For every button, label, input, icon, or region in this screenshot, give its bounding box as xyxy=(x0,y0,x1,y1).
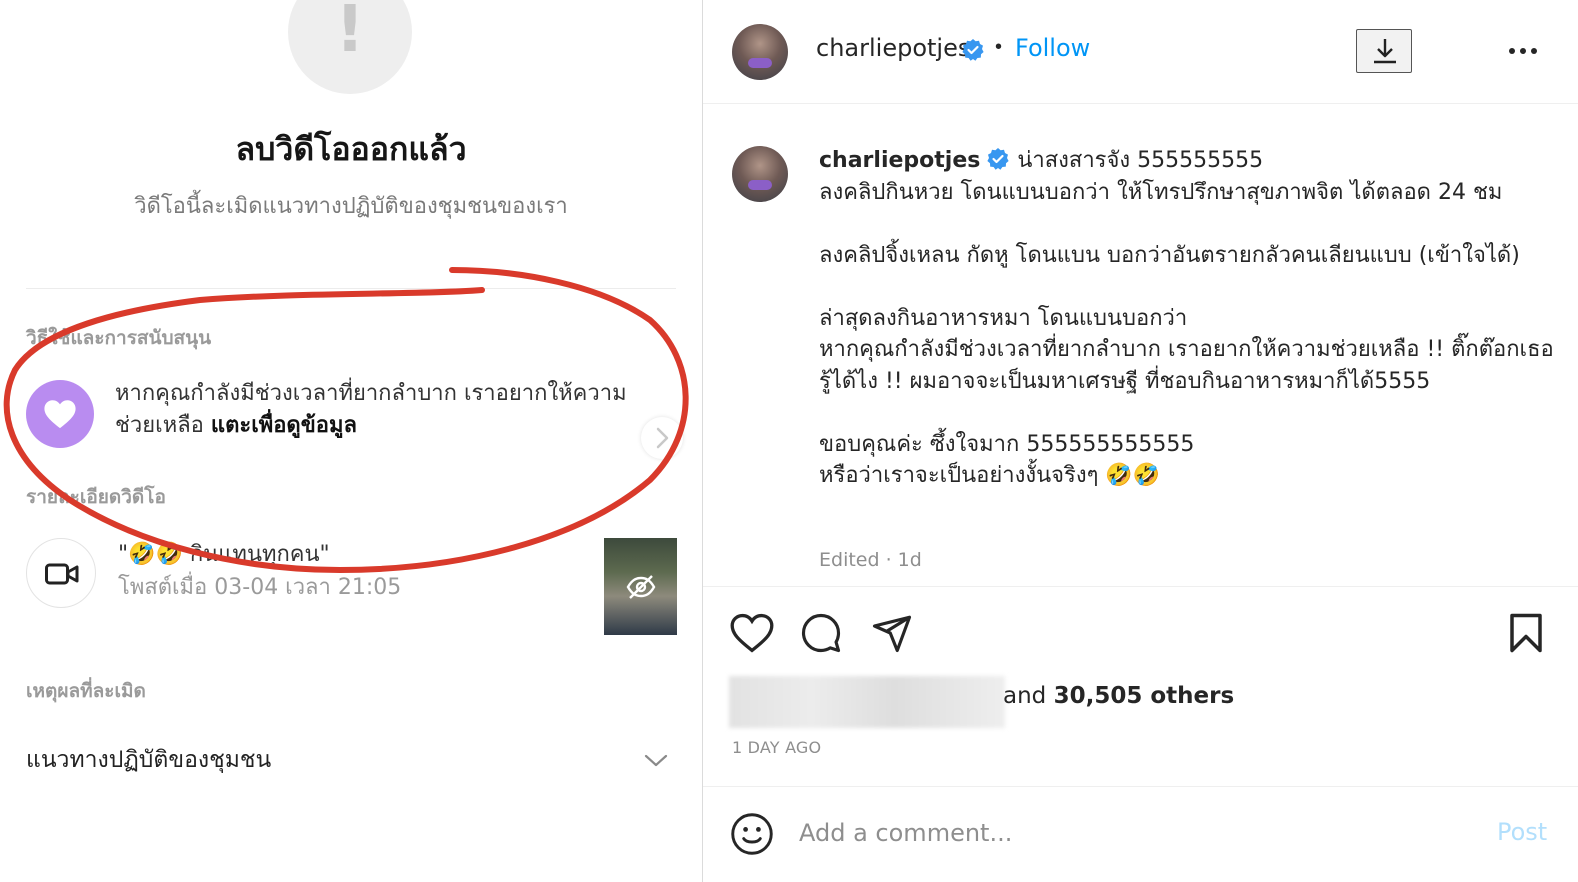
support-section-label: วิธีใช้และการสนับสนุน xyxy=(26,327,212,349)
actions-divider xyxy=(703,586,1578,587)
caption-username[interactable]: charliepotjes xyxy=(819,148,980,173)
header-username[interactable]: charliepotjes xyxy=(816,34,970,62)
more-options-icon[interactable] xyxy=(1508,38,1538,64)
instagram-post-panel: charliepotjes • Follow charliepotjes น่า… xyxy=(703,0,1578,882)
follow-button[interactable]: Follow xyxy=(1015,34,1090,62)
video-details-label: รายละเอียดวิดีโอ xyxy=(26,486,166,508)
help-message[interactable]: หากคุณกำลังมีช่วงเวลาที่ยากลำบาก เราอยาก… xyxy=(115,378,635,442)
liked-by-blurred xyxy=(729,676,1005,728)
verified-badge-icon xyxy=(962,39,984,61)
removed-title: ลบวิดีโอออกแล้ว xyxy=(235,130,467,168)
download-button[interactable] xyxy=(1356,29,1412,73)
likes-count[interactable]: and 30,505 others xyxy=(1003,683,1234,709)
likes-others[interactable]: 30,505 others xyxy=(1054,683,1235,709)
removed-video-panel: ! ลบวิดีโอออกแล้ว วิดีโอนี้ละเมิดแนวทางป… xyxy=(0,0,702,882)
video-title: "🤣🤣 กินแทนทุกคน" xyxy=(118,542,330,567)
download-icon xyxy=(1374,39,1396,64)
chevron-right-icon[interactable] xyxy=(641,417,683,459)
policy-name[interactable]: แนวทางปฏิบัติของชุมชน xyxy=(26,742,271,778)
verified-badge-icon xyxy=(987,148,1009,170)
comment-icon[interactable] xyxy=(799,612,843,654)
bookmark-icon[interactable] xyxy=(1506,612,1546,654)
divider xyxy=(26,288,676,289)
video-thumbnail[interactable] xyxy=(604,538,677,635)
post-header: charliepotjes • Follow xyxy=(703,0,1578,104)
warning-mark: ! xyxy=(335,0,365,67)
caption-avatar[interactable] xyxy=(732,146,788,202)
post-time-ago: 1 DAY AGO xyxy=(732,738,822,757)
warning-icon: ! xyxy=(288,0,412,94)
help-link[interactable]: แตะเพื่อดูข้อมูล xyxy=(211,413,357,438)
hidden-eye-icon xyxy=(626,575,656,599)
emoji-icon[interactable] xyxy=(730,812,774,856)
heart-icon[interactable] xyxy=(730,612,774,654)
edited-timestamp: Edited · 1d xyxy=(819,549,922,571)
video-camera-icon xyxy=(26,538,96,608)
post-caption: charliepotjes น่าสงสารจัง 555555555 ลงคล… xyxy=(819,145,1559,492)
likes-prefix: and xyxy=(1003,683,1054,709)
video-posted-time: โพสต์เมื่อ 03-04 เวลา 21:05 xyxy=(118,575,402,600)
removed-subtitle: วิดีโอนี้ละเมิดแนวทางปฏิบัติของชุมชนของเ… xyxy=(134,194,568,219)
comment-divider xyxy=(703,786,1578,787)
separator-dot: • xyxy=(995,36,1003,58)
violation-reason-label: เหตุผลที่ละเมิด xyxy=(26,680,146,702)
post-button[interactable]: Post xyxy=(1497,818,1547,846)
help-text: หากคุณกำลังมีช่วงเวลาที่ยากลำบาก เราอยาก… xyxy=(115,381,627,438)
caption-text: น่าสงสารจัง 555555555 ลงคลิปกินหวย โดนแบ… xyxy=(819,148,1554,488)
chevron-down-icon[interactable] xyxy=(643,752,669,770)
comment-input[interactable] xyxy=(799,815,1459,851)
help-heart-icon xyxy=(26,380,94,448)
share-icon[interactable] xyxy=(870,612,914,654)
avatar[interactable] xyxy=(732,24,788,80)
